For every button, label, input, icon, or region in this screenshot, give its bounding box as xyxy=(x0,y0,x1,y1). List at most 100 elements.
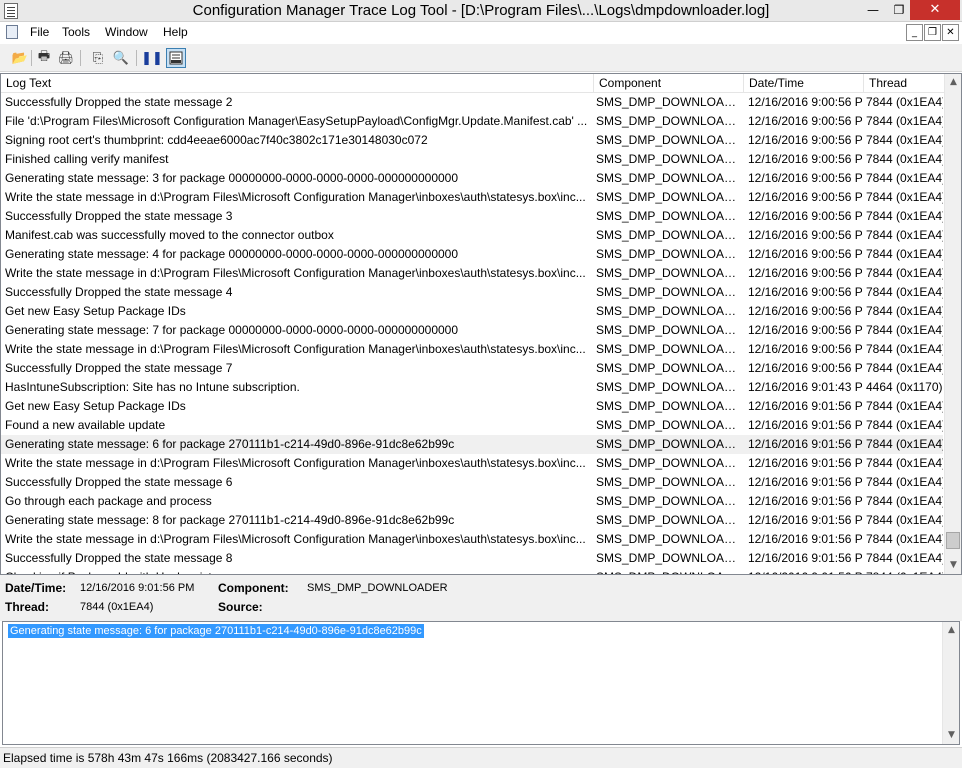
column-header-datetime[interactable]: Date/Time xyxy=(744,74,864,93)
log-row[interactable]: Write the state message in d:\Program Fi… xyxy=(1,264,943,283)
print-setup-icon[interactable]: 🖶 xyxy=(34,48,54,68)
log-row-datetime: 12/16/2016 9:01:56 PM xyxy=(748,475,862,489)
log-row-datetime: 12/16/2016 9:00:56 PM xyxy=(748,152,862,166)
title-bar: Configuration Manager Trace Log Tool - [… xyxy=(0,0,962,22)
document-icon[interactable] xyxy=(6,25,18,39)
log-row-thread: 7844 (0x1EA4) xyxy=(866,133,943,147)
log-row-component: SMS_DMP_DOWNLOADER xyxy=(596,494,742,508)
log-row-thread: 7844 (0x1EA4) xyxy=(866,475,943,489)
log-row-text: Write the state message in d:\Program Fi… xyxy=(5,342,586,356)
log-row[interactable]: Generating state message: 4 for package … xyxy=(1,245,943,264)
log-row-component: SMS_DMP_DOWNLOADER xyxy=(596,152,742,166)
scroll-thumb[interactable] xyxy=(946,532,960,549)
log-row[interactable]: Write the state message in d:\Program Fi… xyxy=(1,454,943,473)
log-row[interactable]: Checking if Package Id with Hash exists.… xyxy=(1,568,943,574)
log-row-component: SMS_DMP_DOWNLOADER xyxy=(596,114,742,128)
log-row-datetime: 12/16/2016 9:00:56 PM xyxy=(748,209,862,223)
close-button[interactable]: ✕ xyxy=(910,0,960,20)
menu-window[interactable]: Window xyxy=(105,25,148,39)
log-row[interactable]: Found a new available update SMS_DMP_DOWN… xyxy=(1,416,943,435)
column-header-component[interactable]: Component xyxy=(594,74,744,93)
menu-file[interactable]: File xyxy=(30,25,49,39)
log-row[interactable]: Go through each package and process SMS_D… xyxy=(1,492,943,511)
log-row[interactable]: Successfully Dropped the state message 6… xyxy=(1,473,943,492)
log-row-text: Successfully Dropped the state message 7 xyxy=(5,361,233,375)
maximize-button[interactable]: ❐ xyxy=(886,0,912,20)
log-row-datetime: 12/16/2016 9:01:56 PM xyxy=(748,551,862,565)
log-row[interactable]: Successfully Dropped the state message 7… xyxy=(1,359,943,378)
log-row-text: Successfully Dropped the state message 4 xyxy=(5,285,233,299)
find-icon[interactable]: 🔍 xyxy=(111,48,131,68)
scroll-down-icon[interactable]: ▼ xyxy=(945,557,961,574)
log-row-datetime: 12/16/2016 9:01:56 PM xyxy=(748,437,862,451)
log-row-component: SMS_DMP_DOWNLOADER xyxy=(596,513,742,527)
log-row-text: Generating state message: 7 for package … xyxy=(5,323,459,337)
log-row-thread: 7844 (0x1EA4) xyxy=(866,304,943,318)
log-row-component: SMS_DMP_DOWNLOADER xyxy=(596,133,742,147)
open-folder-icon[interactable]: 📂 xyxy=(10,48,30,68)
scroll-up-icon[interactable]: ▲ xyxy=(945,74,961,91)
log-row[interactable]: Generating state message: 8 for package … xyxy=(1,511,943,530)
pause-icon[interactable]: ❚❚ xyxy=(141,48,163,68)
log-list[interactable]: Log Text Component Date/Time Thread Succ… xyxy=(0,73,962,575)
log-row[interactable]: Successfully Dropped the state message 4… xyxy=(1,283,943,302)
log-row[interactable]: HasIntuneSubscription: Site has no Intun… xyxy=(1,378,943,397)
log-row-text: Checking if Package Id with Hash exists.… xyxy=(5,568,592,574)
log-row[interactable]: Finished calling verify manifest SMS_DMP_… xyxy=(1,150,943,169)
log-row[interactable]: File 'd:\Program Files\Microsoft Configu… xyxy=(1,112,943,131)
log-row-component: SMS_DMP_DOWNLOADER xyxy=(596,323,742,337)
menu-tools[interactable]: Tools xyxy=(62,25,90,39)
log-row[interactable]: Signing root cert's thumbprint: cdd4eeae… xyxy=(1,131,943,150)
log-row[interactable]: Successfully Dropped the state message 3… xyxy=(1,207,943,226)
log-row-text: Successfully Dropped the state message 8 xyxy=(5,551,233,565)
log-row-component: SMS_DMP_DOWNLOADER xyxy=(596,361,742,375)
log-row[interactable]: Write the state message in d:\Program Fi… xyxy=(1,188,943,207)
log-row-thread: 7844 (0x1EA4) xyxy=(866,456,943,470)
print-icon[interactable]: 🖨 xyxy=(56,48,76,68)
log-row-thread: 7844 (0x1EA4) xyxy=(866,266,943,280)
log-row[interactable]: Write the state message in d:\Program Fi… xyxy=(1,340,943,359)
log-row-component: SMS_DMP_DOWNLOADER xyxy=(596,95,742,109)
log-row[interactable]: Successfully Dropped the state message 8… xyxy=(1,549,943,568)
log-row-text: HasIntuneSubscription: Site has no Intun… xyxy=(5,380,300,394)
log-row-thread: 4464 (0x1170) xyxy=(866,380,943,394)
log-row[interactable]: Get new Easy Setup Package IDs SMS_DMP_DO… xyxy=(1,397,943,416)
child-close-button[interactable]: ✕ xyxy=(942,24,959,41)
log-row-thread: 7844 (0x1EA4) xyxy=(866,171,943,185)
log-scrollbar[interactable]: ▲ ▼ xyxy=(944,74,961,574)
log-row-text: File 'd:\Program Files\Microsoft Configu… xyxy=(5,114,588,128)
log-row[interactable]: Generating state message: 3 for package … xyxy=(1,169,943,188)
log-row[interactable]: Get new Easy Setup Package IDs SMS_DMP_DO… xyxy=(1,302,943,321)
message-textbox[interactable]: Generating state message: 6 for package … xyxy=(2,621,960,745)
log-row-datetime: 12/16/2016 9:00:56 PM xyxy=(748,190,862,204)
minimize-button[interactable]: — xyxy=(860,0,886,20)
scroll-up-icon[interactable]: ▲ xyxy=(943,622,960,639)
child-minimize-button[interactable]: _ xyxy=(906,24,923,41)
column-header-log-text[interactable]: Log Text xyxy=(1,74,594,93)
log-row-component: SMS_DMP_DOWNLOADER xyxy=(596,551,742,565)
log-row-component: SMS_DMP_DOWNLOADER xyxy=(596,456,742,470)
message-scrollbar[interactable]: ▲ ▼ xyxy=(942,622,959,744)
child-restore-button[interactable]: ❐ xyxy=(924,24,941,41)
preview-pane-icon[interactable] xyxy=(166,48,186,68)
log-row-datetime: 12/16/2016 9:01:56 PM xyxy=(748,418,862,432)
log-row[interactable]: Generating state message: 7 for package … xyxy=(1,321,943,340)
log-row-component: SMS_DMP_DOWNLOADER xyxy=(596,399,742,413)
toolbar-separator xyxy=(136,50,137,66)
menu-bar: File Tools Window Help xyxy=(0,22,962,43)
log-row-thread: 7844 (0x1EA4) xyxy=(866,361,943,375)
message-text[interactable]: Generating state message: 6 for package … xyxy=(8,624,424,638)
log-row[interactable]: Write the state message in d:\Program Fi… xyxy=(1,530,943,549)
log-row[interactable]: Manifest.cab was successfully moved to t… xyxy=(1,226,943,245)
copy-icon[interactable]: ⎘ xyxy=(88,48,108,68)
log-row-datetime: 12/16/2016 9:01:56 PM xyxy=(748,456,862,470)
log-row-component: SMS_DMP_DOWNLOADER xyxy=(596,304,742,318)
column-header-thread[interactable]: Thread xyxy=(864,74,945,93)
menu-help[interactable]: Help xyxy=(163,25,188,39)
log-row[interactable]: Generating state message: 6 for package … xyxy=(1,435,943,454)
log-row-datetime: 12/16/2016 9:00:56 PM xyxy=(748,247,862,261)
log-row-component: SMS_DMP_DOWNLOADER xyxy=(596,209,742,223)
log-row[interactable]: Successfully Dropped the state message 2… xyxy=(1,93,943,112)
scroll-down-icon[interactable]: ▼ xyxy=(943,727,960,744)
log-row-thread: 7844 (0x1EA4) xyxy=(866,285,943,299)
